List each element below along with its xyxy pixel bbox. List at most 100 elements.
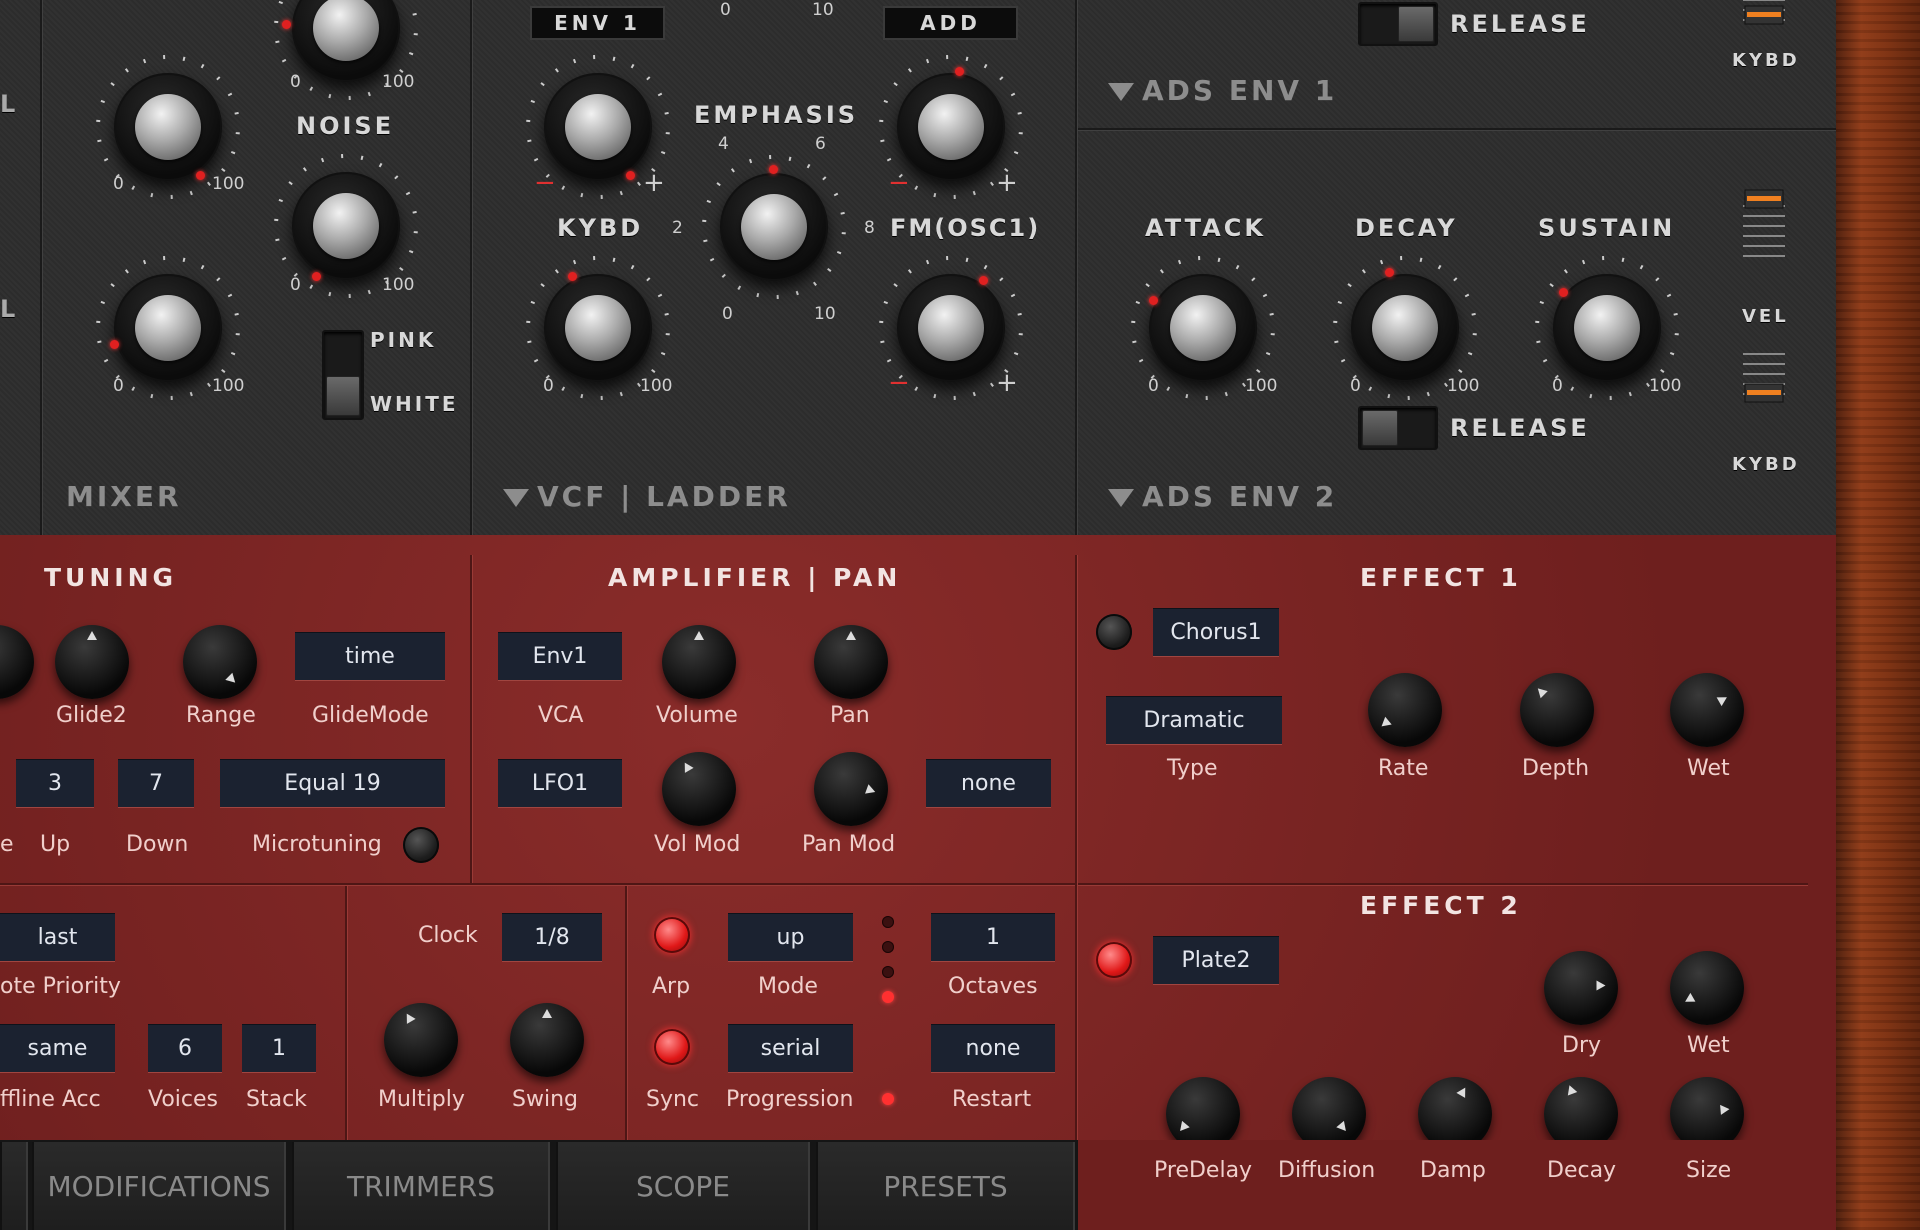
slider-graphic xyxy=(1743,353,1785,403)
ads2-kybd-slider[interactable] xyxy=(1741,346,1787,426)
ads2-kybd-label: KYBD xyxy=(1732,454,1800,475)
mixer-level-knob-1[interactable] xyxy=(95,54,240,199)
panel-divider xyxy=(0,883,1075,886)
vcf-emphasis-knob[interactable] xyxy=(702,155,846,299)
effect1-preset-field[interactable]: Chorus1 xyxy=(1153,608,1279,656)
volume-knob[interactable] xyxy=(662,625,736,699)
multiply-knob[interactable] xyxy=(384,1003,458,1077)
ads2-decay-knob[interactable] xyxy=(1333,256,1477,400)
panel-divider xyxy=(345,886,348,1140)
knob-body xyxy=(183,625,257,699)
panel-divider xyxy=(1078,128,1836,131)
noise-color-switch[interactable] xyxy=(322,330,364,420)
pan-knob[interactable] xyxy=(814,625,888,699)
scale-min-label: 0 xyxy=(720,0,731,20)
ads1-kybd-slider[interactable] xyxy=(1741,0,1787,50)
panmod-source-field[interactable]: none xyxy=(926,759,1051,807)
glide2-label: Glide2 xyxy=(56,703,127,728)
range-label: Range xyxy=(186,703,256,728)
tuning-up-field[interactable]: 3 xyxy=(16,759,94,807)
effect1-wet-knob[interactable] xyxy=(1670,673,1744,747)
tuning-up-label: Up xyxy=(40,832,71,857)
effect2-enable-toggle[interactable] xyxy=(1096,942,1132,978)
effect1-depth-knob[interactable] xyxy=(1520,673,1594,747)
microtuning-label: Microtuning xyxy=(252,832,382,857)
vcf-kybd-knob[interactable] xyxy=(526,256,670,400)
vca-source-field[interactable]: Env1 xyxy=(498,632,622,680)
arp-progression-field[interactable]: serial xyxy=(728,1024,853,1072)
knob-body xyxy=(814,752,888,826)
stack-field[interactable]: 1 xyxy=(242,1024,316,1072)
arp-restart-field[interactable]: none xyxy=(931,1024,1055,1072)
scale-minus-label: − xyxy=(534,168,556,198)
vcf-section-title[interactable]: VCF | LADDER xyxy=(503,480,791,513)
tuning-down-field[interactable]: 7 xyxy=(118,759,194,807)
effect1-enable-toggle[interactable] xyxy=(1096,614,1132,650)
mixer-level-knob-2[interactable] xyxy=(95,256,240,400)
vcf-env-amount-knob[interactable] xyxy=(526,54,670,199)
glide2-knob[interactable] xyxy=(55,625,129,699)
scale-min-label: 0 xyxy=(1148,376,1159,396)
range-knob[interactable] xyxy=(183,625,257,699)
effect2-panel-bottom xyxy=(1078,1140,1836,1230)
swing-knob[interactable] xyxy=(510,1003,584,1077)
vcf-env-display[interactable]: ENV 1 xyxy=(530,6,665,40)
ads1-release-switch[interactable] xyxy=(1358,2,1438,46)
effect2-dry-knob[interactable] xyxy=(1544,951,1618,1025)
volmod-knob[interactable] xyxy=(662,752,736,826)
tab-trimmers[interactable]: TRIMMERS xyxy=(292,1142,550,1230)
effect1-type-field[interactable]: Dramatic xyxy=(1106,696,1282,744)
scale-max-label: 100 xyxy=(212,376,245,396)
effect1-rate-label: Rate xyxy=(1378,756,1429,781)
scale-max-label: 100 xyxy=(382,275,415,295)
glidemode-field[interactable]: time xyxy=(295,632,445,680)
ads2-release-switch[interactable] xyxy=(1358,406,1438,450)
ads1-section-title[interactable]: ADS ENV 1 xyxy=(1108,74,1337,107)
knob-pointer-icon xyxy=(1596,980,1606,991)
knob-cap xyxy=(1170,295,1236,361)
ads2-section-title[interactable]: ADS ENV 2 xyxy=(1108,480,1337,513)
tab-modifications[interactable]: MODIFICATIONS xyxy=(32,1142,286,1230)
tuning-section-title: TUNING xyxy=(44,563,178,592)
clock-division-field[interactable]: 1/8 xyxy=(502,913,602,961)
ads2-vel-label: VEL xyxy=(1742,306,1789,327)
arp-step-indicator xyxy=(882,916,894,928)
sync-toggle[interactable] xyxy=(654,1029,690,1065)
voices-label: Voices xyxy=(148,1087,219,1112)
arp-toggle[interactable] xyxy=(654,917,690,953)
knob-indicator xyxy=(312,272,321,281)
arp-octaves-label: Octaves xyxy=(948,974,1038,999)
voices-field[interactable]: 6 xyxy=(148,1024,222,1072)
effect2-diffusion-label: Diffusion xyxy=(1278,1158,1376,1183)
tab-scope[interactable]: SCOPE xyxy=(556,1142,810,1230)
effect2-preset-field[interactable]: Plate2 xyxy=(1153,936,1279,984)
knob-indicator xyxy=(626,171,635,180)
arp-octaves-field[interactable]: 1 xyxy=(931,913,1055,961)
panmod-knob[interactable] xyxy=(814,752,888,826)
knob-cap xyxy=(135,94,201,160)
vcf-add-display[interactable]: ADD xyxy=(883,6,1018,40)
vca-label: VCA xyxy=(538,703,584,728)
noise-level-knob[interactable] xyxy=(274,154,418,298)
effect2-wet-knob[interactable] xyxy=(1670,951,1744,1025)
offline-acc-field[interactable]: same xyxy=(0,1024,115,1072)
note-priority-field[interactable]: last xyxy=(0,913,115,961)
tab-presets[interactable]: PRESETS xyxy=(816,1142,1075,1230)
scale-min-label: 0 xyxy=(113,376,124,396)
ads2-vel-slider[interactable] xyxy=(1741,186,1787,266)
microtuning-field[interactable]: Equal 19 xyxy=(220,759,445,807)
effect1-rate-knob[interactable] xyxy=(1368,673,1442,747)
microtuning-toggle[interactable] xyxy=(403,827,439,863)
knob-cap xyxy=(1574,295,1640,361)
tab-cutoff[interactable] xyxy=(0,1142,28,1230)
switch-handle xyxy=(1398,6,1434,42)
glidemode-label: GlideMode xyxy=(312,703,429,728)
knob-indicator xyxy=(1149,296,1158,305)
volmod-source-field[interactable]: LFO1 xyxy=(498,759,622,807)
arp-mode-field[interactable]: up xyxy=(728,913,853,961)
ads2-attack-knob[interactable] xyxy=(1131,256,1275,400)
ads2-sustain-knob[interactable] xyxy=(1535,256,1679,400)
ads2-release-label: RELEASE xyxy=(1450,414,1590,442)
knob-cap xyxy=(135,295,201,361)
stack-label: Stack xyxy=(246,1087,307,1112)
